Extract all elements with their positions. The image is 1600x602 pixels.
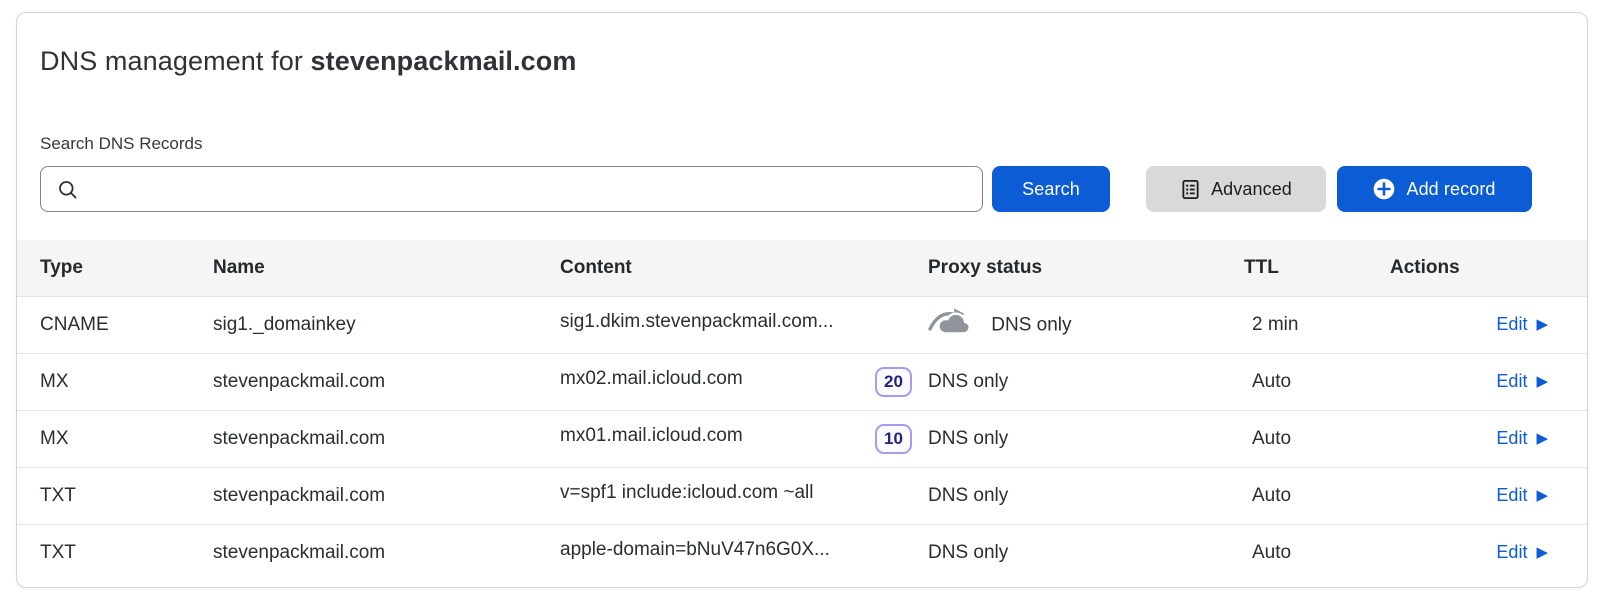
record-actions: Edit ▶ — [1390, 468, 1587, 525]
list-icon — [1180, 179, 1201, 200]
search-label: Search DNS Records — [40, 134, 1587, 154]
dns-table-body: CNAME sig1._domainkey sig1.dkim.stevenpa… — [17, 297, 1587, 582]
record-content-text: sig1.dkim.stevenpackmail.com... — [560, 311, 834, 333]
advanced-button[interactable]: Advanced — [1146, 166, 1326, 212]
record-ttl: Auto — [1244, 525, 1390, 582]
record-proxy-status: DNS only — [928, 525, 1244, 582]
priority-badge: 20 — [875, 367, 912, 397]
record-proxy-status-label: DNS only — [928, 542, 1008, 563]
dns-record-row: MX stevenpackmail.com mx02.mail.icloud.c… — [17, 354, 1587, 411]
record-name: stevenpackmail.com — [213, 411, 560, 468]
edit-record-label: Edit — [1496, 314, 1527, 335]
record-type: CNAME — [17, 297, 213, 354]
record-ttl: Auto — [1244, 354, 1390, 411]
dns-record-row: CNAME sig1._domainkey sig1.dkim.stevenpa… — [17, 297, 1587, 354]
search-button[interactable]: Search — [992, 166, 1110, 212]
record-name: stevenpackmail.com — [213, 354, 560, 411]
edit-record-label: Edit — [1496, 428, 1527, 449]
record-content-text: mx02.mail.icloud.com — [560, 368, 743, 390]
header-content: Content — [560, 240, 928, 297]
advanced-button-label: Advanced — [1211, 179, 1292, 200]
record-content: apple-domain=bNuV47n6G0X... — [560, 525, 928, 582]
search-input-wrapper — [40, 166, 983, 212]
header-ttl: TTL — [1244, 240, 1390, 297]
header-proxy-status: Proxy status — [928, 240, 1244, 297]
record-content: mx01.mail.icloud.com 10 — [560, 411, 928, 468]
record-content-text: apple-domain=bNuV47n6G0X... — [560, 539, 830, 561]
record-content-text: v=spf1 include:icloud.com ~all — [560, 482, 813, 504]
plus-circle-icon — [1373, 178, 1395, 200]
priority-badge: 10 — [875, 424, 912, 454]
header-actions: Actions — [1390, 240, 1587, 297]
edit-record-link[interactable]: Edit ▶ — [1496, 428, 1548, 449]
record-type: MX — [17, 354, 213, 411]
search-input[interactable] — [89, 167, 973, 213]
dns-record-row: TXT stevenpackmail.com v=spf1 include:ic… — [17, 468, 1587, 525]
record-content: mx02.mail.icloud.com 20 — [560, 354, 928, 411]
edit-record-link[interactable]: Edit ▶ — [1496, 314, 1548, 335]
record-actions: Edit ▶ — [1390, 297, 1587, 354]
record-ttl: Auto — [1244, 468, 1390, 525]
dns-record-row: MX stevenpackmail.com mx01.mail.icloud.c… — [17, 411, 1587, 468]
record-name: stevenpackmail.com — [213, 525, 560, 582]
search-toolbar: Search Advanced Add record — [40, 165, 1564, 213]
record-proxy-status-label: DNS only — [991, 314, 1071, 335]
table-header-row: Type Name Content Proxy status TTL Actio… — [17, 240, 1587, 297]
record-proxy-status: DNS only — [928, 297, 1244, 354]
edit-arrow-icon: ▶ — [1536, 545, 1548, 560]
edit-record-link[interactable]: Edit ▶ — [1496, 485, 1548, 506]
record-content-text: mx01.mail.icloud.com — [560, 425, 743, 447]
edit-record-label: Edit — [1496, 371, 1527, 392]
edit-arrow-icon: ▶ — [1536, 374, 1548, 389]
record-proxy-status: DNS only — [928, 354, 1244, 411]
record-actions: Edit ▶ — [1390, 411, 1587, 468]
edit-arrow-icon: ▶ — [1536, 488, 1548, 503]
record-proxy-status: DNS only — [928, 411, 1244, 468]
dns-record-row: TXT stevenpackmail.com apple-domain=bNuV… — [17, 525, 1587, 582]
record-content: v=spf1 include:icloud.com ~all — [560, 468, 928, 525]
page-title: DNS management for stevenpackmail.com — [40, 46, 1587, 77]
record-type: TXT — [17, 468, 213, 525]
header-type: Type — [17, 240, 213, 297]
edit-record-label: Edit — [1496, 485, 1527, 506]
add-record-button[interactable]: Add record — [1337, 166, 1532, 212]
record-actions: Edit ▶ — [1390, 354, 1587, 411]
add-record-button-label: Add record — [1406, 179, 1495, 200]
record-type: TXT — [17, 525, 213, 582]
record-actions: Edit ▶ — [1390, 525, 1587, 582]
page-title-prefix: DNS management for — [40, 46, 311, 76]
header-name: Name — [213, 240, 560, 297]
dns-records-table: Type Name Content Proxy status TTL Actio… — [17, 240, 1587, 581]
edit-record-link[interactable]: Edit ▶ — [1496, 371, 1548, 392]
edit-record-link[interactable]: Edit ▶ — [1496, 542, 1548, 563]
record-proxy-status: DNS only — [928, 468, 1244, 525]
record-name: sig1._domainkey — [213, 297, 560, 354]
record-content: sig1.dkim.stevenpackmail.com... — [560, 297, 928, 354]
edit-arrow-icon: ▶ — [1536, 431, 1548, 446]
record-proxy-status-label: DNS only — [928, 485, 1008, 506]
record-ttl: Auto — [1244, 411, 1390, 468]
edit-record-label: Edit — [1496, 542, 1527, 563]
dns-management-card: DNS management for stevenpackmail.com Se… — [16, 12, 1588, 588]
record-type: MX — [17, 411, 213, 468]
record-ttl: 2 min — [1244, 297, 1390, 354]
record-proxy-status-label: DNS only — [928, 428, 1008, 449]
page-title-domain: stevenpackmail.com — [311, 46, 577, 76]
edit-arrow-icon: ▶ — [1536, 317, 1548, 332]
dns-only-cloud-icon — [928, 305, 974, 342]
record-proxy-status-label: DNS only — [928, 371, 1008, 392]
record-name: stevenpackmail.com — [213, 468, 560, 525]
